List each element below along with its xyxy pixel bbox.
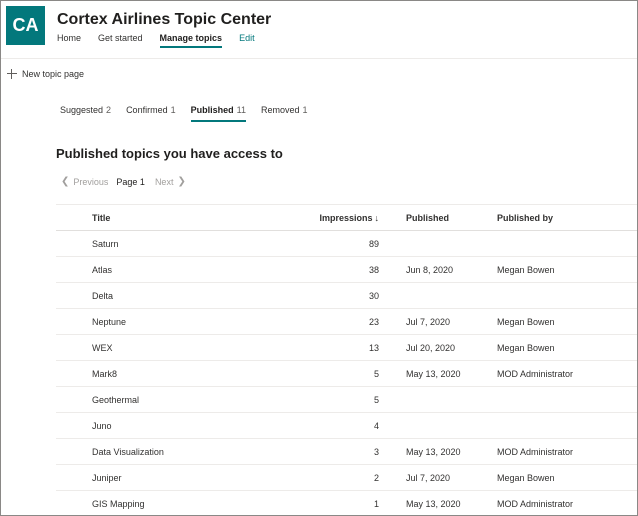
cell-published: May 13, 2020: [381, 490, 497, 515]
cell-impressions: 3: [286, 438, 381, 465]
tab-published[interactable]: Published 11: [190, 105, 246, 122]
cell-impressions: 2: [286, 464, 381, 491]
tab-confirmed[interactable]: Confirmed 1: [126, 105, 176, 122]
tab-label: Confirmed: [126, 105, 168, 115]
tab-label: Suggested: [60, 105, 104, 115]
cell-title[interactable]: WEX: [56, 334, 286, 361]
tab-label: Published: [190, 105, 234, 115]
table-row[interactable]: Atlas 38 Jun 8, 2020 Megan Bowen: [56, 256, 637, 283]
cell-published-by: Megan Bowen: [497, 256, 637, 283]
cell-title[interactable]: Saturn: [56, 230, 286, 257]
cell-title[interactable]: Mark8: [56, 360, 286, 387]
table-row[interactable]: Geothermal 5: [56, 386, 637, 413]
nav-home[interactable]: Home: [57, 33, 81, 48]
cell-published-by: [497, 282, 637, 309]
section-title: Published topics you have access to: [56, 146, 283, 161]
column-header-published-by[interactable]: Published by: [497, 204, 637, 231]
tab-count: 1: [302, 105, 308, 115]
cell-published: Jun 8, 2020: [381, 256, 497, 283]
table-row[interactable]: Data Visualization 3 May 13, 2020 MOD Admin…: [56, 438, 637, 465]
tab-label: Removed: [260, 105, 300, 115]
table-row[interactable]: Mark8 5 May 13, 2020 MOD Administrator: [56, 360, 637, 387]
cell-published: [381, 230, 497, 257]
table-row[interactable]: Neptune 23 Jul 7, 2020 Megan Bowen: [56, 308, 637, 335]
cell-title[interactable]: Neptune: [56, 308, 286, 335]
cell-published-by: [497, 412, 637, 439]
nav-get-started[interactable]: Get started: [98, 33, 143, 48]
site-header: CA Cortex Airlines Topic Center Home Get…: [1, 1, 637, 59]
tab-count: 11: [236, 105, 246, 115]
cell-published: Jul 7, 2020: [381, 308, 497, 335]
chevron-left-icon: ❮: [61, 176, 70, 187]
cell-published: [381, 412, 497, 439]
cell-title[interactable]: Juniper: [56, 464, 286, 491]
next-page-button[interactable]: Next: [155, 177, 174, 187]
sort-descending-icon: ↓: [374, 212, 380, 223]
column-header-published[interactable]: Published: [381, 204, 497, 231]
published-topics-table: Title Impressions ↓ Published Published b…: [56, 204, 637, 515]
site-title[interactable]: Cortex Airlines Topic Center: [57, 11, 271, 29]
table-row[interactable]: WEX 13 Jul 20, 2020 Megan Bowen: [56, 334, 637, 361]
page-frame: CA Cortex Airlines Topic Center Home Get…: [0, 0, 638, 516]
tab-removed[interactable]: Removed 1: [261, 105, 308, 122]
site-logo[interactable]: CA: [6, 6, 45, 45]
chevron-right-icon: ❯: [177, 176, 186, 187]
tab-count: 1: [170, 105, 176, 115]
table-row[interactable]: Juniper 2 Jul 7, 2020 Megan Bowen: [56, 464, 637, 491]
cell-published-by: Megan Bowen: [497, 334, 637, 361]
cell-title[interactable]: Juno: [56, 412, 286, 439]
cell-published: May 13, 2020: [381, 438, 497, 465]
cell-title[interactable]: Atlas: [56, 256, 286, 283]
cell-impressions: 5: [286, 386, 381, 413]
column-header-title[interactable]: Title: [56, 204, 286, 231]
cell-published-by: MOD Administrator: [497, 360, 637, 387]
cell-title[interactable]: Delta: [56, 282, 286, 309]
cell-title[interactable]: Data Visualization: [56, 438, 286, 465]
cell-published-by: Megan Bowen: [497, 308, 637, 335]
previous-page-button[interactable]: Previous: [73, 177, 108, 187]
topic-status-tabs: Suggested 2 Confirmed 1 Published 11 Remove…: [60, 105, 323, 122]
plus-icon: [5, 67, 19, 81]
cell-published: [381, 386, 497, 413]
cell-published-by: [497, 386, 637, 413]
pager: ❮ Previous Page 1 Next ❯: [61, 176, 186, 187]
table-row[interactable]: Saturn 89: [56, 230, 637, 257]
nav-edit[interactable]: Edit: [239, 33, 255, 48]
cell-published-by: [497, 230, 637, 257]
cell-impressions: 23: [286, 308, 381, 335]
cell-published-by: Megan Bowen: [497, 464, 637, 491]
table-header-row: Title Impressions ↓ Published Published b…: [56, 204, 637, 231]
cell-title[interactable]: Geothermal: [56, 386, 286, 413]
cell-impressions: 13: [286, 334, 381, 361]
cell-impressions: 89: [286, 230, 381, 257]
column-header-impressions[interactable]: Impressions ↓: [286, 204, 381, 231]
cell-impressions: 5: [286, 360, 381, 387]
cell-published-by: MOD Administrator: [497, 438, 637, 465]
cell-published: May 13, 2020: [381, 360, 497, 387]
cell-published: [381, 282, 497, 309]
table-body: Saturn 89 Atlas 38 Jun 8, 2020 Megan Bowen Del…: [56, 230, 637, 515]
cell-published: Jul 7, 2020: [381, 464, 497, 491]
tab-count: 2: [106, 105, 112, 115]
cell-impressions: 30: [286, 282, 381, 309]
new-topic-page-button[interactable]: New topic page: [1, 65, 84, 83]
cell-impressions: 1: [286, 490, 381, 515]
tab-suggested[interactable]: Suggested 2: [60, 105, 111, 122]
table-row[interactable]: Juno 4: [56, 412, 637, 439]
site-nav: Home Get started Manage topics Edit: [57, 33, 272, 48]
table-row[interactable]: GIS Mapping 1 May 13, 2020 MOD Administrato…: [56, 490, 637, 515]
cell-impressions: 4: [286, 412, 381, 439]
current-page-label: Page 1: [116, 176, 145, 187]
cell-published-by: MOD Administrator: [497, 490, 637, 515]
table-row[interactable]: Delta 30: [56, 282, 637, 309]
nav-manage-topics[interactable]: Manage topics: [159, 33, 223, 48]
cell-published: Jul 20, 2020: [381, 334, 497, 361]
new-topic-page-label: New topic page: [22, 69, 85, 79]
cell-title[interactable]: GIS Mapping: [56, 490, 286, 515]
cell-impressions: 38: [286, 256, 381, 283]
column-header-impressions-label: Impressions: [319, 212, 373, 223]
